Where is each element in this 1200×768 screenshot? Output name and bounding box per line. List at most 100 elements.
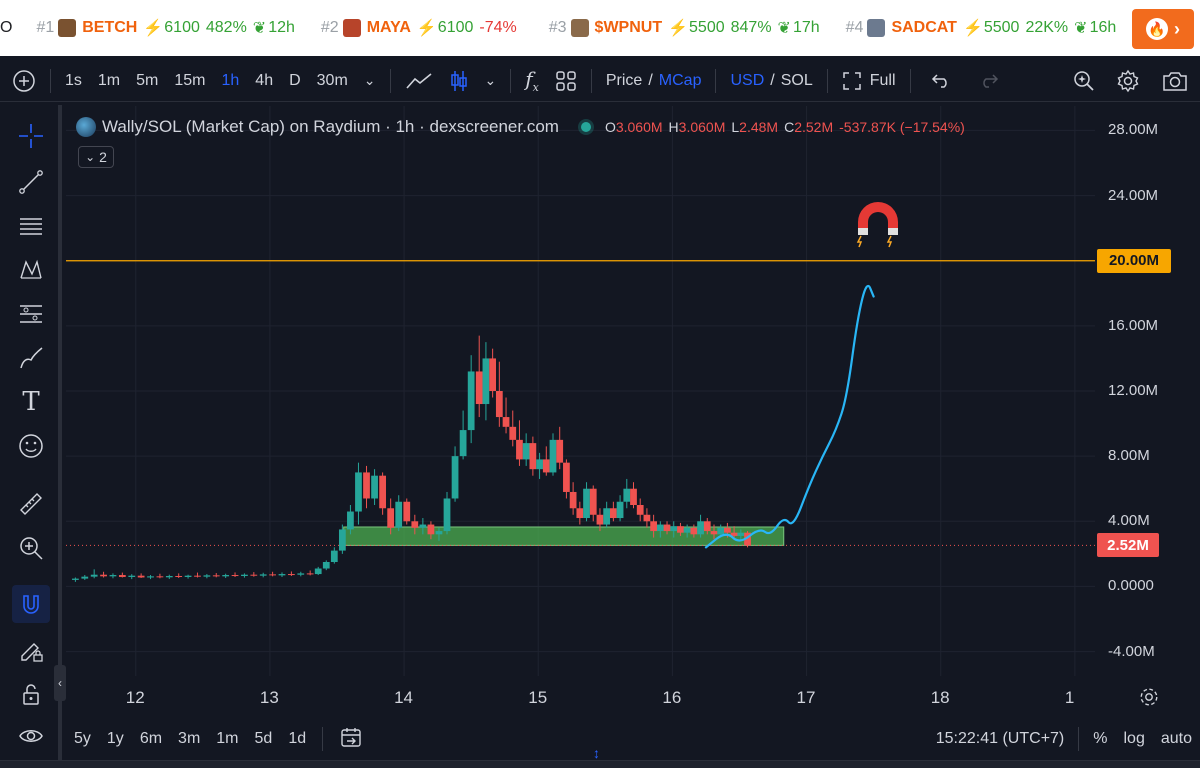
interval-5m[interactable]: 5m [128,60,166,101]
grid-icon [556,70,576,91]
interval-D[interactable]: D [281,60,309,101]
candle [72,577,79,582]
ticker-item[interactable]: #4 SADCAT ⚡ 5500 22K% ❦ 16h [846,18,1116,38]
candle-body [596,514,604,525]
crosshair-tool[interactable] [12,117,50,155]
interval-1m[interactable]: 1m [90,60,128,101]
chart-type-dropdown[interactable]: ⌄ [477,60,505,101]
indicators-collapse-button[interactable]: ⌄ 2 [78,146,114,168]
fullscreen-button[interactable]: Full [834,60,904,101]
low-value: 2.48M [739,119,779,135]
high-value: 3.060M [678,119,726,135]
brush-icon [20,347,43,369]
candle-body [683,527,691,533]
candle-body [194,575,201,577]
candle [717,524,725,538]
ticker-item[interactable]: #2 MAYA ⚡ 6100 -74% [321,18,523,38]
candle [259,572,267,578]
percent-scale-toggle[interactable]: % [1085,730,1115,748]
interval-15m[interactable]: 15m [166,60,213,101]
bolt-icon: ⚡ [143,20,164,37]
lock-drawing-tool[interactable] [12,631,50,669]
range-5d[interactable]: 5d [247,730,281,748]
settings-button[interactable] [1106,60,1150,101]
trend-line-tool[interactable] [12,163,50,201]
magnet-tool[interactable] [12,585,50,623]
time-axis-settings-button[interactable] [1138,686,1160,713]
prediction-tool[interactable] [12,295,50,333]
candle [529,436,537,476]
fib-retracement-tool[interactable] [12,207,50,245]
bolt-icon: ⚡ [416,20,437,37]
zoom-tool[interactable] [12,529,50,567]
line-chart-icon [405,72,432,89]
templates-button[interactable] [547,60,585,101]
candle [231,572,239,577]
undo-button[interactable] [917,60,965,101]
goto-date-button[interactable] [331,725,371,754]
redo-button[interactable] [965,60,1013,101]
candle [556,426,564,470]
candle-chart-type-button[interactable] [441,60,477,101]
divider [322,727,324,751]
candle [596,508,604,532]
hide-drawings-tool[interactable] [12,717,50,755]
eye-icon [19,730,43,742]
candle-body [379,475,386,509]
range-5y[interactable]: 5y [66,730,99,748]
interval-1s[interactable]: 1s [57,60,90,101]
quick-search-button[interactable] [1062,60,1106,101]
unlock-icon [23,684,39,705]
magnet-emoji-tip-left [858,228,868,235]
interval-1h[interactable]: 1h [214,60,248,101]
auto-scale-toggle[interactable]: auto [1153,730,1200,748]
ticker-change: 482% [205,19,247,36]
text-tool[interactable]: T [12,383,50,421]
lock-all-tool[interactable] [12,675,50,713]
candle-body [338,529,346,551]
expand-panel-icon[interactable]: ↕ [593,745,600,761]
price-chart[interactable] [0,0,1200,768]
candle [269,571,276,577]
candle-body [467,371,475,431]
range-1y[interactable]: 1y [99,730,132,748]
range-1m[interactable]: 1m [208,730,246,748]
divider [590,68,592,93]
indicators-button[interactable]: fx [517,60,547,101]
time-tick-label: 16 [662,688,682,707]
price-tick-label: 16.00M [1108,316,1159,334]
candle [128,574,136,580]
range-3m[interactable]: 3m [170,730,208,748]
sidebar-collapse-handle[interactable]: ‹ [54,665,66,701]
candle [363,465,370,509]
usd-sol-toggle[interactable]: USD / SOL [722,60,820,101]
range-1d[interactable]: 1d [280,730,314,748]
candle-body [212,575,220,577]
interval-4h[interactable]: 4h [247,60,281,101]
interval-30m[interactable]: 30m [309,60,356,101]
range-6m[interactable]: 6m [132,730,170,748]
log-scale-toggle[interactable]: log [1116,730,1153,748]
interval-dropdown[interactable]: ⌄ [356,60,384,101]
snapshot-button[interactable] [1150,60,1200,101]
brush-tool[interactable] [12,339,50,377]
trending-fire-button[interactable]: 🔥 › [1132,9,1194,49]
candle-body [306,573,314,575]
pattern-tool[interactable] [12,251,50,289]
projection-curve [704,284,875,549]
support-zone-rect [343,526,785,546]
candle-body [656,524,664,532]
candle-body [549,439,557,473]
price-mcap-toggle[interactable]: Price / MCap [598,60,710,101]
emoji-tool[interactable] [12,427,50,465]
candle-body [737,532,745,536]
measure-tool[interactable] [12,485,50,523]
ticker-rank: #3 [548,19,567,36]
symbol-add-button[interactable] [0,60,44,101]
ticker-item[interactable]: #3 $WPNUT ⚡ 5500 847% ❦ 17h [549,18,820,38]
candle [222,573,230,578]
ticker-item[interactable]: #1 BETCH ⚡ 6100 482% ❦ 12h [36,18,295,38]
candle [184,574,192,579]
timezone-clock[interactable]: 15:22:41 (UTC+7) [928,730,1073,748]
line-chart-type-button[interactable] [397,60,441,101]
